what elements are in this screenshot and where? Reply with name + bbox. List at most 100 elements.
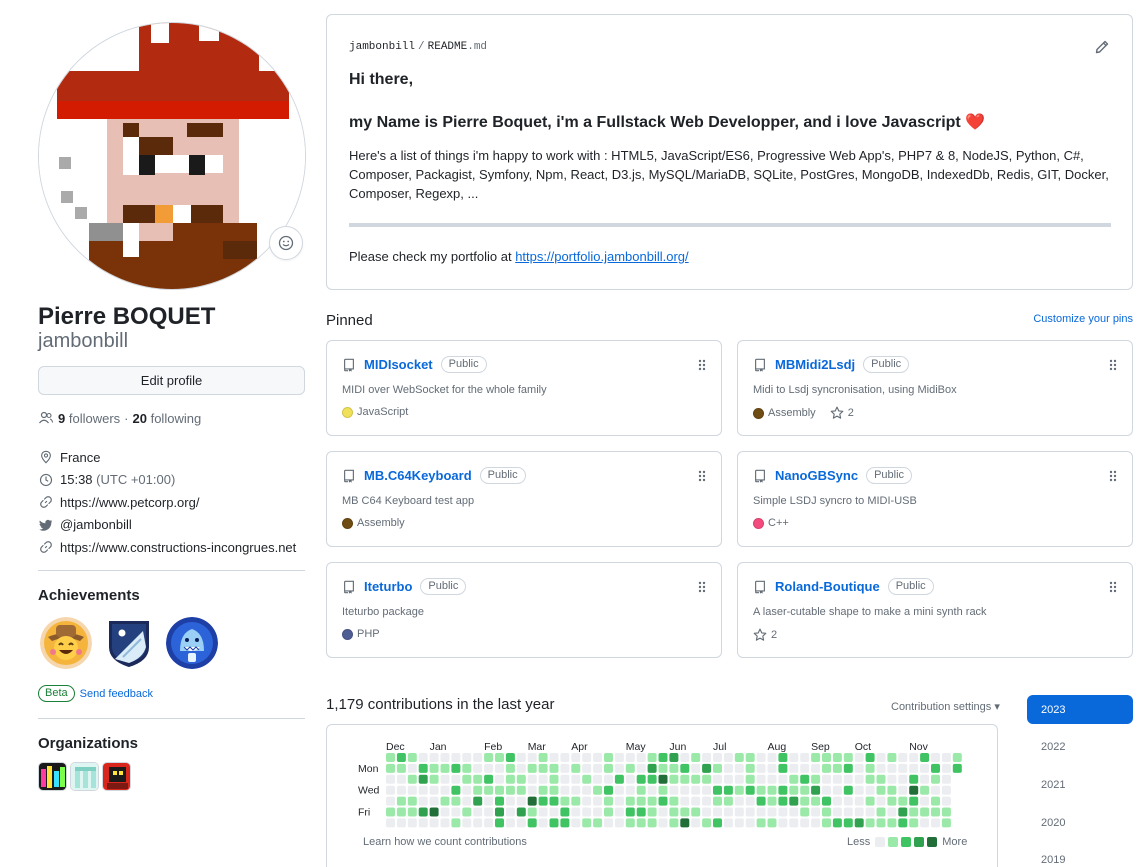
contribution-day[interactable] <box>789 763 799 773</box>
contribution-day[interactable] <box>505 818 515 828</box>
contribution-day[interactable] <box>647 818 657 828</box>
contribution-day[interactable] <box>734 785 744 795</box>
contribution-day[interactable] <box>604 785 613 795</box>
contribution-day[interactable] <box>745 763 755 773</box>
contribution-day[interactable] <box>505 807 515 817</box>
contribution-day[interactable] <box>723 753 733 762</box>
contribution-day[interactable] <box>593 753 603 762</box>
pinned-repo-name[interactable]: MB.C64Keyboard <box>364 468 472 483</box>
drag-handle-icon[interactable] <box>1108 580 1118 597</box>
contribution-day[interactable] <box>931 763 940 773</box>
contribution-day[interactable] <box>811 807 821 817</box>
contribution-day[interactable] <box>800 753 810 762</box>
contribution-day[interactable] <box>560 807 570 817</box>
contribution-day[interactable] <box>909 774 919 784</box>
contribution-day[interactable] <box>931 807 940 817</box>
contribution-day[interactable] <box>767 774 777 784</box>
contribution-day[interactable] <box>756 796 766 806</box>
contribution-day[interactable] <box>767 818 777 828</box>
contribution-day[interactable] <box>647 774 657 784</box>
contribution-day[interactable] <box>876 763 886 773</box>
contribution-day[interactable] <box>636 785 646 795</box>
contribution-day[interactable] <box>865 753 875 762</box>
contribution-day[interactable] <box>440 753 450 762</box>
contribution-day[interactable] <box>941 785 951 795</box>
contribution-day[interactable] <box>898 774 908 784</box>
contribution-day[interactable] <box>734 753 744 762</box>
contribution-day[interactable] <box>396 753 406 762</box>
contribution-day[interactable] <box>505 763 515 773</box>
contribution-day[interactable] <box>386 818 395 828</box>
contribution-day[interactable] <box>920 785 930 795</box>
contribution-day[interactable] <box>462 785 472 795</box>
contribution-day[interactable] <box>571 807 581 817</box>
contribution-day[interactable] <box>887 774 897 784</box>
contribution-day[interactable] <box>876 753 886 762</box>
contribution-day[interactable] <box>604 763 613 773</box>
contribution-day[interactable] <box>669 818 679 828</box>
contribution-day[interactable] <box>614 753 624 762</box>
contribution-day[interactable] <box>767 796 777 806</box>
contribution-day[interactable] <box>941 796 951 806</box>
contribution-day[interactable] <box>920 796 930 806</box>
contribution-day[interactable] <box>614 818 624 828</box>
contribution-day[interactable] <box>854 753 864 762</box>
contribution-day[interactable] <box>451 763 461 773</box>
contribution-day[interactable] <box>484 807 494 817</box>
contribution-day[interactable] <box>745 753 755 762</box>
contribution-day[interactable] <box>516 763 526 773</box>
contribution-day[interactable] <box>691 807 701 817</box>
contribution-day[interactable] <box>920 774 930 784</box>
pinned-repo-name[interactable]: Iteturbo <box>364 579 412 594</box>
contribution-day[interactable] <box>822 753 831 762</box>
contribution-day[interactable] <box>920 753 930 762</box>
contribution-day[interactable] <box>647 796 657 806</box>
contribution-day[interactable] <box>473 818 483 828</box>
contribution-day[interactable] <box>713 785 722 795</box>
contribution-day[interactable] <box>462 763 472 773</box>
contribution-day[interactable] <box>418 763 428 773</box>
contribution-day[interactable] <box>418 818 428 828</box>
contribution-day[interactable] <box>407 796 417 806</box>
contribution-day[interactable] <box>745 774 755 784</box>
contribution-day[interactable] <box>734 796 744 806</box>
contribution-day[interactable] <box>614 807 624 817</box>
contribution-day[interactable] <box>549 774 559 784</box>
contribution-day[interactable] <box>451 774 461 784</box>
contribution-day[interactable] <box>386 774 395 784</box>
contribution-day[interactable] <box>484 818 494 828</box>
contribution-day[interactable] <box>473 807 483 817</box>
contribution-day[interactable] <box>680 753 690 762</box>
contribution-day[interactable] <box>767 785 777 795</box>
contribution-day[interactable] <box>647 807 657 817</box>
contribution-day[interactable] <box>462 753 472 762</box>
contribution-day[interactable] <box>538 818 548 828</box>
contribution-day[interactable] <box>832 796 842 806</box>
contribution-day[interactable] <box>756 818 766 828</box>
contribution-day[interactable] <box>789 807 799 817</box>
contribution-day[interactable] <box>516 796 526 806</box>
contribution-day[interactable] <box>887 807 897 817</box>
contribution-day[interactable] <box>538 753 548 762</box>
contribution-day[interactable] <box>647 753 657 762</box>
contribution-day[interactable] <box>745 818 755 828</box>
contribution-day[interactable] <box>789 753 799 762</box>
contribution-day[interactable] <box>538 807 548 817</box>
contribution-day[interactable] <box>691 796 701 806</box>
contribution-day[interactable] <box>495 807 504 817</box>
contribution-day[interactable] <box>407 753 417 762</box>
contribution-day[interactable] <box>451 796 461 806</box>
drag-handle-icon[interactable] <box>1108 469 1118 486</box>
contribution-day[interactable] <box>680 796 690 806</box>
contribution-day[interactable] <box>941 807 951 817</box>
contribution-day[interactable] <box>898 753 908 762</box>
contribution-day[interactable] <box>560 763 570 773</box>
contribution-day[interactable] <box>571 774 581 784</box>
contribution-day[interactable] <box>484 774 494 784</box>
contribution-day[interactable] <box>778 796 788 806</box>
contribution-day[interactable] <box>396 807 406 817</box>
contribution-day[interactable] <box>571 796 581 806</box>
contribution-day[interactable] <box>865 774 875 784</box>
contribution-day[interactable] <box>604 818 613 828</box>
contribution-day[interactable] <box>876 807 886 817</box>
